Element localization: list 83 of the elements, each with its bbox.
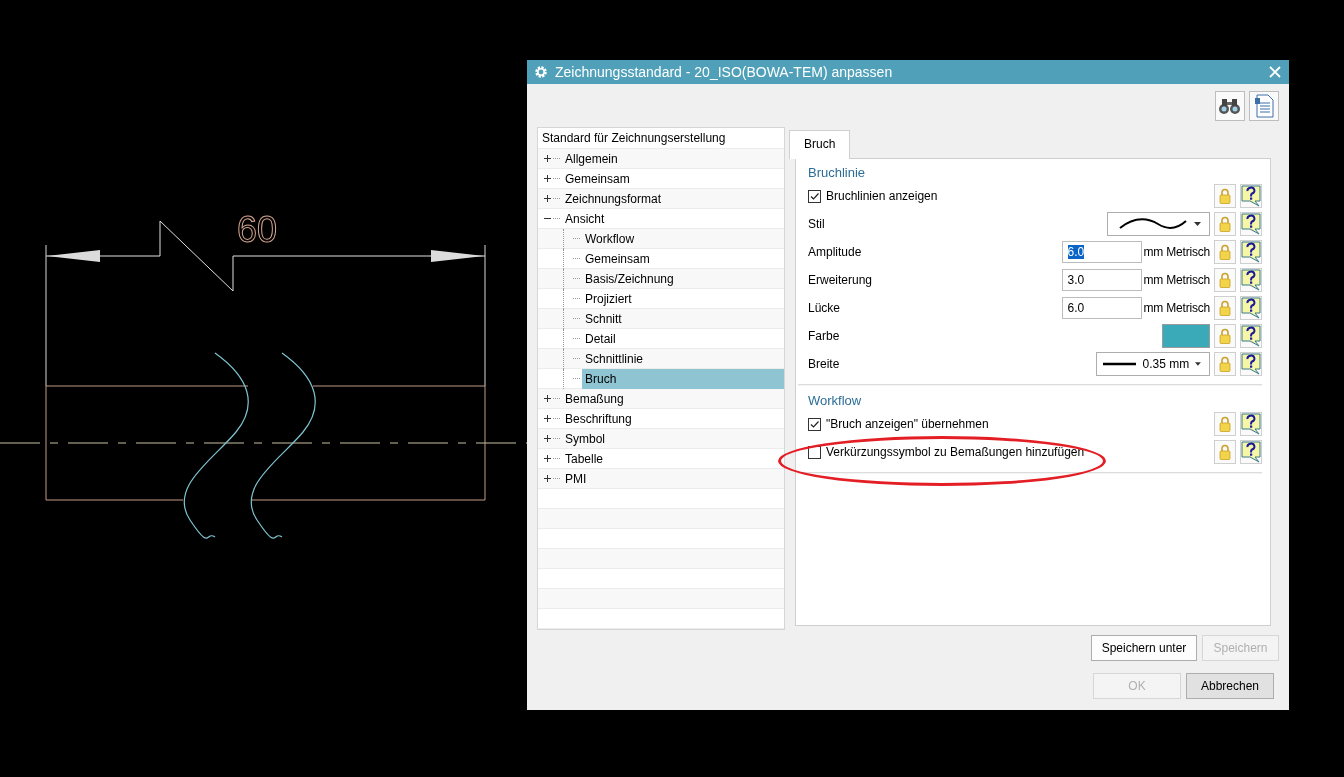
checkbox-label: Bruchlinien anzeigen — [826, 189, 938, 203]
unit-label: mm Metrisch — [1143, 245, 1210, 259]
tree-item[interactable]: Projiziert — [582, 288, 635, 309]
document-list-button[interactable] — [1249, 90, 1279, 121]
help-button[interactable] — [1240, 212, 1262, 236]
tree-item[interactable]: Schnitt — [582, 308, 625, 329]
padlock-icon — [1219, 328, 1231, 344]
line-style-dropdown[interactable] — [1107, 212, 1210, 236]
tree-item[interactable]: Bruch — [582, 368, 784, 389]
dimension-text: 60 — [237, 209, 278, 250]
line-width-dropdown[interactable]: 0.35 mm — [1096, 352, 1210, 376]
help-icon — [1241, 213, 1261, 235]
help-button[interactable] — [1240, 412, 1262, 436]
tree-item[interactable]: Tabelle — [562, 448, 607, 469]
section-title: Bruchlinie — [807, 164, 867, 182]
gear-icon — [534, 65, 548, 79]
tree-item[interactable]: Gemeinsam — [562, 168, 633, 189]
section-title: Workflow — [807, 392, 863, 410]
tree-item[interactable]: Beschriftung — [562, 408, 635, 429]
help-icon — [1241, 353, 1261, 375]
padlock-icon — [1219, 416, 1231, 432]
expand-icon[interactable] — [543, 454, 552, 463]
padlock-icon — [1219, 444, 1231, 460]
dropdown-caret-icon — [1194, 222, 1201, 226]
help-button[interactable] — [1240, 352, 1262, 376]
padlock-icon — [1219, 216, 1231, 232]
help-icon — [1241, 441, 1261, 463]
checkbox-label: "Bruch anzeigen" übernehmen — [826, 417, 989, 431]
expand-icon[interactable] — [543, 394, 552, 403]
binoculars-button[interactable] — [1215, 90, 1245, 121]
padlock-icon — [1219, 244, 1231, 260]
wave-line-icon — [1118, 217, 1188, 231]
checkbox-label: Verkürzungssymbol zu Bemaßungen hinzufügen — [826, 445, 1085, 459]
field-label: Stil — [808, 217, 825, 231]
checkbox[interactable] — [808, 189, 821, 203]
help-icon — [1241, 325, 1261, 347]
help-button[interactable] — [1240, 440, 1262, 464]
field-label: Breite — [808, 357, 840, 371]
document-list-icon — [1254, 93, 1274, 118]
checkbox[interactable] — [808, 417, 821, 431]
padlock-icon — [1219, 272, 1231, 288]
help-icon — [1241, 297, 1261, 319]
tree-item[interactable]: Symbol — [562, 428, 608, 449]
field-label: Farbe — [808, 329, 840, 343]
color-swatch[interactable] — [1162, 324, 1210, 348]
help-button[interactable] — [1240, 184, 1262, 208]
help-icon — [1241, 413, 1261, 435]
help-icon — [1241, 241, 1261, 263]
dialog-button[interactable]: Abbrechen — [1186, 673, 1274, 699]
help-button[interactable] — [1240, 296, 1262, 320]
dropdown-caret-icon — [1195, 362, 1201, 366]
input-field[interactable]: 6.0 — [1061, 241, 1142, 263]
padlock-icon — [1219, 300, 1231, 316]
unit-label: mm Metrisch — [1143, 301, 1210, 315]
unit-label: mm Metrisch — [1143, 273, 1210, 287]
expand-icon[interactable] — [543, 474, 552, 483]
expand-icon[interactable] — [543, 414, 552, 423]
expand-icon[interactable] — [543, 434, 552, 443]
tab[interactable]: Bruch — [789, 130, 851, 159]
field-label: Lücke — [808, 301, 841, 315]
tree-item[interactable]: Ansicht — [562, 208, 608, 229]
dialog-button[interactable]: Speichern unter — [1091, 635, 1197, 661]
padlock-icon — [1219, 188, 1231, 204]
field-label: Amplitude — [808, 245, 862, 259]
tree-item[interactable]: PMI — [562, 468, 590, 489]
window-title: Zeichnungsstandard - 20_ISO(BOWA-TEM) anpassen — [555, 64, 894, 80]
help-button[interactable] — [1240, 324, 1262, 348]
binoculars-icon — [1218, 96, 1242, 115]
thick-line-icon — [1103, 362, 1137, 366]
close-icon[interactable] — [1269, 66, 1281, 78]
help-button[interactable] — [1240, 240, 1262, 264]
expand-icon[interactable] — [543, 154, 552, 163]
padlock-icon — [1219, 356, 1231, 372]
tree-item[interactable]: Detail — [582, 328, 619, 349]
expand-icon[interactable] — [543, 194, 552, 203]
help-button[interactable] — [1240, 268, 1262, 292]
help-icon — [1241, 269, 1261, 291]
expand-icon[interactable] — [543, 174, 552, 183]
input-field[interactable]: 6.0 — [1061, 297, 1142, 319]
field-label: Erweiterung — [808, 273, 873, 287]
tree-item[interactable]: Gemeinsam — [582, 248, 653, 269]
help-icon — [1241, 185, 1261, 207]
input-field[interactable]: 3.0 — [1061, 269, 1142, 291]
